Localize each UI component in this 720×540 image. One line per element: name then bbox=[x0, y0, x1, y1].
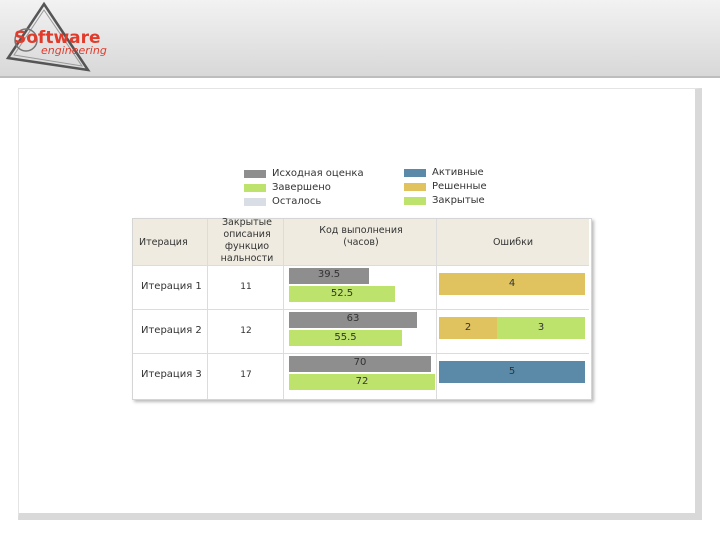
legend-label: Решенные bbox=[432, 181, 487, 192]
iteration-label: Итерация 1 bbox=[141, 281, 202, 292]
header-code-line: (часов) bbox=[343, 237, 379, 248]
closed-features-count: 17 bbox=[240, 370, 252, 380]
logo-text-sub: engineering bbox=[41, 44, 107, 57]
legend-label: Активные bbox=[432, 167, 484, 178]
legend-label: Завершено bbox=[272, 182, 331, 193]
legend-swatch-remaining bbox=[244, 198, 266, 206]
legend-swatch-estimate bbox=[244, 170, 266, 178]
legend-label: Осталось bbox=[272, 196, 322, 207]
legend-swatch-closed bbox=[404, 197, 426, 205]
closed-features-count: 11 bbox=[240, 282, 252, 292]
closed-features-count: 12 bbox=[240, 326, 252, 336]
legend-swatch-completed bbox=[244, 184, 266, 192]
completed-bar-label: 52.5 bbox=[330, 288, 354, 299]
row-divider bbox=[133, 309, 589, 310]
iteration-label: Итерация 3 bbox=[141, 369, 202, 380]
bug-bar-label: 4 bbox=[508, 278, 516, 289]
legend-label: Исходная оценка bbox=[272, 168, 364, 179]
iteration-label: Итерация 2 bbox=[141, 325, 202, 336]
row-divider bbox=[133, 265, 589, 266]
header-code: Код выполнения (часов) bbox=[285, 225, 437, 249]
legend-swatch-active bbox=[404, 169, 426, 177]
estimate-bar-label: 39.5 bbox=[317, 269, 341, 280]
header-iteration: Итерация bbox=[139, 237, 188, 248]
completed-bar-label: 72 bbox=[355, 376, 369, 387]
legend-swatch-resolved bbox=[404, 183, 426, 191]
bug-bar-label: 2 bbox=[464, 322, 472, 333]
completed-bar-label: 55.5 bbox=[334, 332, 357, 343]
estimate-bar-label: 63 bbox=[346, 313, 360, 324]
header-bugs: Ошибки bbox=[492, 237, 534, 248]
header-closed-descriptions: Закрытые описания функцио нальности bbox=[209, 217, 285, 265]
header-closed-line: нальности bbox=[220, 253, 274, 264]
bug-bar-label: 5 bbox=[508, 366, 516, 377]
legend-left: Исходная оценка Завершено Осталось bbox=[244, 168, 384, 210]
header-closed-line: описания bbox=[223, 229, 271, 240]
row-divider bbox=[133, 353, 589, 354]
iterations-table: Итерация Закрытые описания функцио нальн… bbox=[132, 217, 592, 400]
estimate-bar-label: 70 bbox=[353, 357, 367, 368]
bug-bar-label: 3 bbox=[537, 322, 545, 333]
legend-label: Закрытые bbox=[432, 195, 485, 206]
header-closed-line: функцио bbox=[224, 241, 270, 252]
header-closed-line: Закрытые bbox=[221, 217, 273, 228]
software-engineering-logo: Software engineering bbox=[4, 0, 124, 76]
header-code-line: Код выполнения bbox=[319, 225, 403, 236]
legend-right: Активные Решенные Закрытые bbox=[404, 167, 514, 209]
header-band: Software engineering bbox=[0, 0, 720, 78]
